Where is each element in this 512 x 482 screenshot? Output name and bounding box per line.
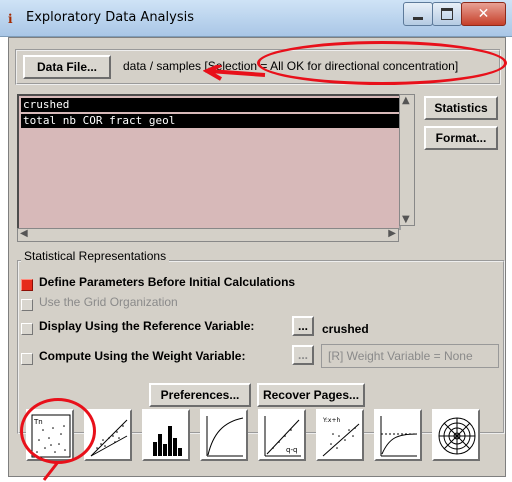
variogram-icon[interactable] <box>374 409 422 461</box>
close-icon: ✕ <box>477 6 490 22</box>
weight-variable-label: Compute Using the Weight Variable: <box>39 349 246 363</box>
annotation-arrow-icon <box>203 65 266 81</box>
histogram-graphic <box>153 426 182 456</box>
close-button[interactable]: ✕ <box>461 2 506 26</box>
reference-variable-button[interactable]: ... <box>292 316 314 336</box>
variogram-graphic <box>380 416 418 457</box>
qq-plot-graphic: q-q <box>264 416 301 457</box>
data-file-panel: Data File... data / samples [Selection =… <box>15 41 507 85</box>
statistics-button[interactable]: Statistics <box>424 96 498 120</box>
define-params-checkbox[interactable] <box>21 279 33 291</box>
h-scatter-graphic: Y:x+h <box>322 417 360 457</box>
format-button[interactable]: Format... <box>424 126 498 150</box>
title-bar[interactable]: i Exploratory Data Analysis ✕ <box>0 0 512 37</box>
weight-variable-field[interactable]: [R] Weight Variable = None <box>321 344 499 368</box>
minimize-icon <box>413 16 423 20</box>
recover-pages-button[interactable]: Recover Pages... <box>257 383 365 407</box>
h-scatter-label: Y:x+h <box>322 417 340 424</box>
annotation-circle <box>20 398 96 464</box>
reference-variable-label: Display Using the Reference Variable: <box>39 319 255 333</box>
minimize-button[interactable] <box>403 2 433 26</box>
maximize-icon <box>441 8 453 20</box>
horizontal-scrollbar[interactable]: ◀ ▶ <box>17 228 399 242</box>
weight-variable-checkbox[interactable] <box>21 353 33 365</box>
reference-variable-value: crushed <box>322 322 369 336</box>
data-file-button[interactable]: Data File... <box>23 55 111 79</box>
grid-organization-checkbox[interactable] <box>21 299 33 311</box>
weight-variable-button[interactable]: ... <box>292 345 314 365</box>
rose-diagram-icon[interactable] <box>432 409 480 461</box>
vertical-scrollbar[interactable]: ▲ ▼ <box>399 94 415 226</box>
scroll-down-icon[interactable]: ▼ <box>402 214 410 225</box>
annotation-tail-icon <box>42 461 60 481</box>
rose-diagram-graphic <box>438 417 476 455</box>
qq-plot-icon[interactable]: q-q <box>258 409 306 461</box>
scroll-right-icon[interactable]: ▶ <box>388 228 396 239</box>
variable-list[interactable]: crushed total nb COR fract geol <box>17 94 401 230</box>
cumulative-curve-graphic <box>206 416 244 457</box>
preferences-button[interactable]: Preferences... <box>149 383 251 407</box>
define-params-label: Define Parameters Before Initial Calcula… <box>39 275 296 289</box>
grid-organization-label: Use the Grid Organization <box>39 295 178 309</box>
maximize-button[interactable] <box>432 2 462 26</box>
exploratory-data-analysis-window: i Exploratory Data Analysis ✕ Data File.… <box>0 0 512 482</box>
group-title: Statistical Representations <box>21 249 170 263</box>
window-title: Exploratory Data Analysis <box>26 10 194 25</box>
qq-label: q-q <box>286 446 297 454</box>
h-scatter-icon[interactable]: Y:x+h <box>316 409 364 461</box>
reference-variable-checkbox[interactable] <box>21 323 33 335</box>
list-item[interactable]: total nb COR fract geol <box>21 114 401 128</box>
list-item[interactable]: crushed <box>21 98 401 112</box>
scroll-left-icon[interactable]: ◀ <box>20 228 28 239</box>
annotation-ellipse <box>257 41 507 85</box>
cumulative-curve-icon[interactable] <box>200 409 248 461</box>
scroll-up-icon[interactable]: ▲ <box>402 95 410 106</box>
histogram-icon[interactable] <box>142 409 190 461</box>
app-icon: i <box>8 12 13 26</box>
